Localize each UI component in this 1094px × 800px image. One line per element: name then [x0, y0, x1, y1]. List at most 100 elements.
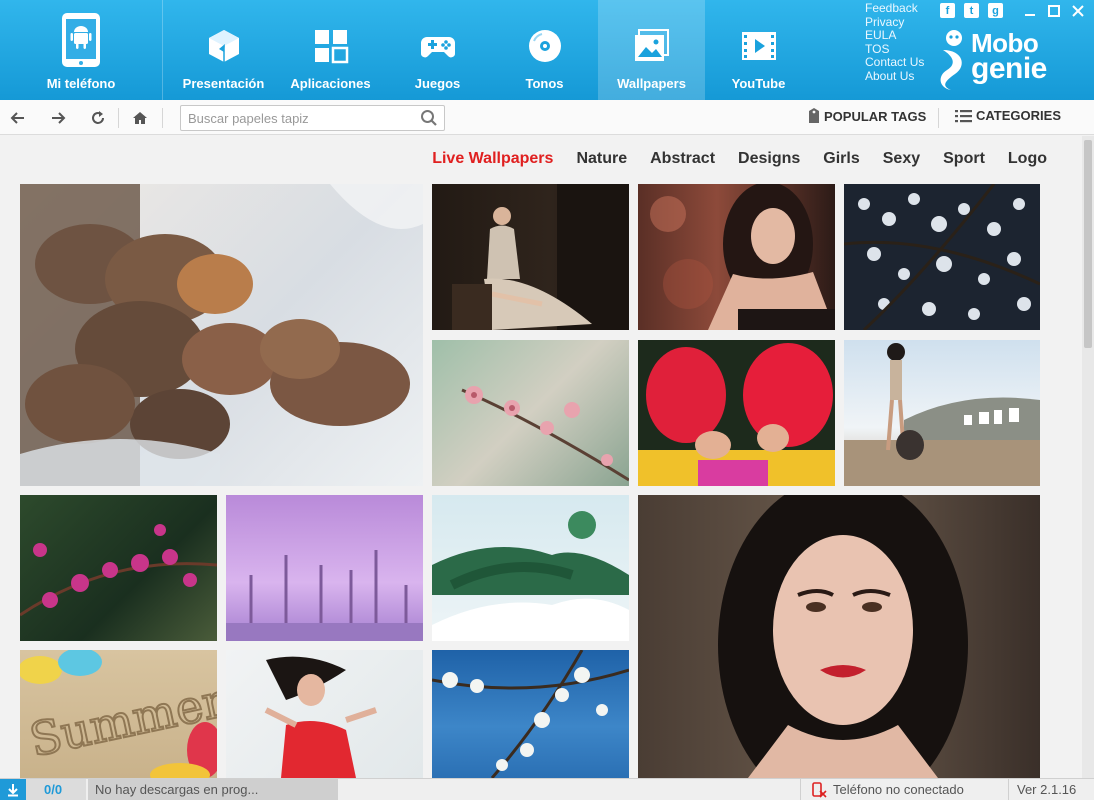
- nav-juegos[interactable]: Juegos: [384, 0, 491, 100]
- phone-connection-status: Teléfono no conectado: [800, 779, 964, 800]
- mobogenie-logo: Mobo genie: [937, 26, 1067, 92]
- search-input[interactable]: [181, 106, 416, 130]
- toolbar-divider: [118, 108, 119, 128]
- woman-image: [650, 184, 835, 330]
- wallpaper-purple-trees[interactable]: [226, 495, 423, 641]
- category-abstract[interactable]: Abstract: [650, 150, 715, 168]
- wallpaper-pink-blossom-branch[interactable]: [432, 340, 629, 486]
- browser-toolbar: POPULAR TAGS CATEGORIES: [0, 100, 1094, 135]
- category-girls[interactable]: Girls: [823, 150, 859, 168]
- popular-tags-label: POPULAR TAGS: [824, 108, 927, 124]
- version-label: Ver 2.1.16: [1008, 779, 1076, 800]
- wallpaper-dark-haired-woman[interactable]: [638, 184, 835, 330]
- arrow-left-icon: [10, 112, 24, 124]
- download-count: 0/0: [44, 782, 63, 797]
- category-live-wallpapers[interactable]: Live Wallpapers: [432, 150, 553, 168]
- wallpaper-snowy-fir[interactable]: [432, 495, 629, 641]
- google-plus-icon[interactable]: g: [988, 3, 1003, 18]
- phone-disconnected-icon: [812, 781, 827, 798]
- eula-link[interactable]: EULA: [865, 28, 924, 43]
- wallpaper-white-blossom-branches[interactable]: [844, 184, 1040, 330]
- picture-icon: [634, 29, 669, 61]
- sky-image: [432, 650, 629, 778]
- trees-image: [226, 550, 423, 641]
- wallpaper-magenta-flowers[interactable]: [20, 495, 217, 641]
- category-sport[interactable]: Sport: [943, 150, 985, 168]
- nav-label: Presentación: [182, 76, 265, 91]
- main-nav: Presentación Aplicaciones Juegos Tonos W…: [170, 0, 812, 100]
- nav-label: YouTube: [731, 76, 786, 91]
- wallpaper-blossom-blue-sky[interactable]: [432, 650, 629, 778]
- downloads-button[interactable]: 0/0: [0, 779, 86, 800]
- categories-button[interactable]: CATEGORIES: [955, 108, 1061, 123]
- window-controls: [1022, 3, 1086, 19]
- hats-image: [638, 343, 835, 486]
- nav-label: Wallpapers: [617, 76, 686, 91]
- nav-presentacion[interactable]: Presentación: [170, 0, 277, 100]
- wallpaper-woman-in-gown[interactable]: [432, 184, 629, 330]
- facebook-icon[interactable]: f: [940, 3, 955, 18]
- nav-label: Tonos: [525, 76, 564, 91]
- sand-image: Summer: [20, 650, 217, 778]
- download-message: No hay descargas en prog...: [88, 779, 338, 800]
- vertical-scrollbar[interactable]: [1082, 136, 1094, 778]
- genie-mascot-icon: [940, 30, 962, 90]
- nav-label: Juegos: [414, 76, 461, 91]
- nav-tonos[interactable]: Tonos: [491, 0, 598, 100]
- gown-image: [452, 184, 629, 330]
- wallpaper-summer-sand[interactable]: Summer: [20, 650, 217, 778]
- search-box: [180, 105, 445, 131]
- nav-label: Aplicaciones: [290, 76, 371, 91]
- phone-status-text: Teléfono no conectado: [833, 782, 964, 797]
- refresh-button[interactable]: [86, 106, 110, 130]
- download-icon: [0, 779, 26, 800]
- privacy-link[interactable]: Privacy: [865, 15, 924, 30]
- minimize-icon[interactable]: [1022, 3, 1038, 19]
- category-sexy[interactable]: Sexy: [883, 150, 920, 168]
- back-button[interactable]: [6, 106, 30, 130]
- fir-image: [432, 511, 629, 641]
- nav-youtube[interactable]: YouTube: [705, 0, 812, 100]
- android-phone-icon: [62, 13, 100, 67]
- wallpaper-red-hats[interactable]: [638, 340, 835, 486]
- portrait-image: [718, 495, 968, 778]
- wallpaper-dry-leaves-in-snow[interactable]: [20, 184, 423, 486]
- tag-icon: [809, 108, 819, 123]
- wallpaper-woman-portrait-red-lips[interactable]: [638, 495, 1040, 778]
- top-header: Mi teléfono Presentación Aplicaciones Ju…: [0, 0, 1094, 100]
- categories-label: CATEGORIES: [976, 108, 1061, 123]
- contact-us-link[interactable]: Contact Us: [865, 55, 924, 70]
- wallpaper-woman-red-dress[interactable]: [226, 650, 423, 778]
- category-designs[interactable]: Designs: [738, 150, 800, 168]
- close-icon[interactable]: [1070, 3, 1086, 19]
- refresh-icon: [92, 111, 104, 124]
- apps-grid-icon: [314, 30, 348, 64]
- about-us-link[interactable]: About Us: [865, 69, 924, 84]
- feedback-link[interactable]: Feedback: [865, 1, 924, 16]
- my-phone-button[interactable]: Mi teléfono: [0, 0, 163, 100]
- social-links: f t g: [940, 3, 1003, 18]
- maximize-icon[interactable]: [1046, 3, 1062, 19]
- my-phone-label: Mi teléfono: [46, 76, 116, 91]
- home-button[interactable]: [128, 106, 152, 130]
- scrollbar-thumb[interactable]: [1084, 140, 1092, 348]
- search-icon[interactable]: [420, 109, 438, 127]
- nav-aplicaciones[interactable]: Aplicaciones: [277, 0, 384, 100]
- pink-blossom-image: [461, 386, 629, 482]
- arrow-right-icon: [52, 112, 66, 124]
- toolbar-divider: [938, 108, 939, 128]
- category-tabs: Live Wallpapers Nature Abstract Designs …: [432, 150, 1047, 168]
- category-logo[interactable]: Logo: [1008, 150, 1047, 168]
- status-bar: 0/0 No hay descargas en prog... Teléfono…: [0, 778, 1094, 800]
- forward-button[interactable]: [46, 106, 70, 130]
- popular-tags-button[interactable]: POPULAR TAGS: [808, 108, 926, 124]
- tos-link[interactable]: TOS: [865, 42, 924, 57]
- twitter-icon[interactable]: t: [964, 3, 979, 18]
- category-nature[interactable]: Nature: [576, 150, 627, 168]
- disc-icon: [528, 30, 561, 62]
- home-icon: [133, 112, 147, 124]
- leaves-image: [20, 184, 423, 486]
- wallpaper-woman-on-road[interactable]: [844, 340, 1040, 486]
- toolbar-divider: [162, 108, 163, 128]
- nav-wallpapers[interactable]: Wallpapers: [598, 0, 705, 100]
